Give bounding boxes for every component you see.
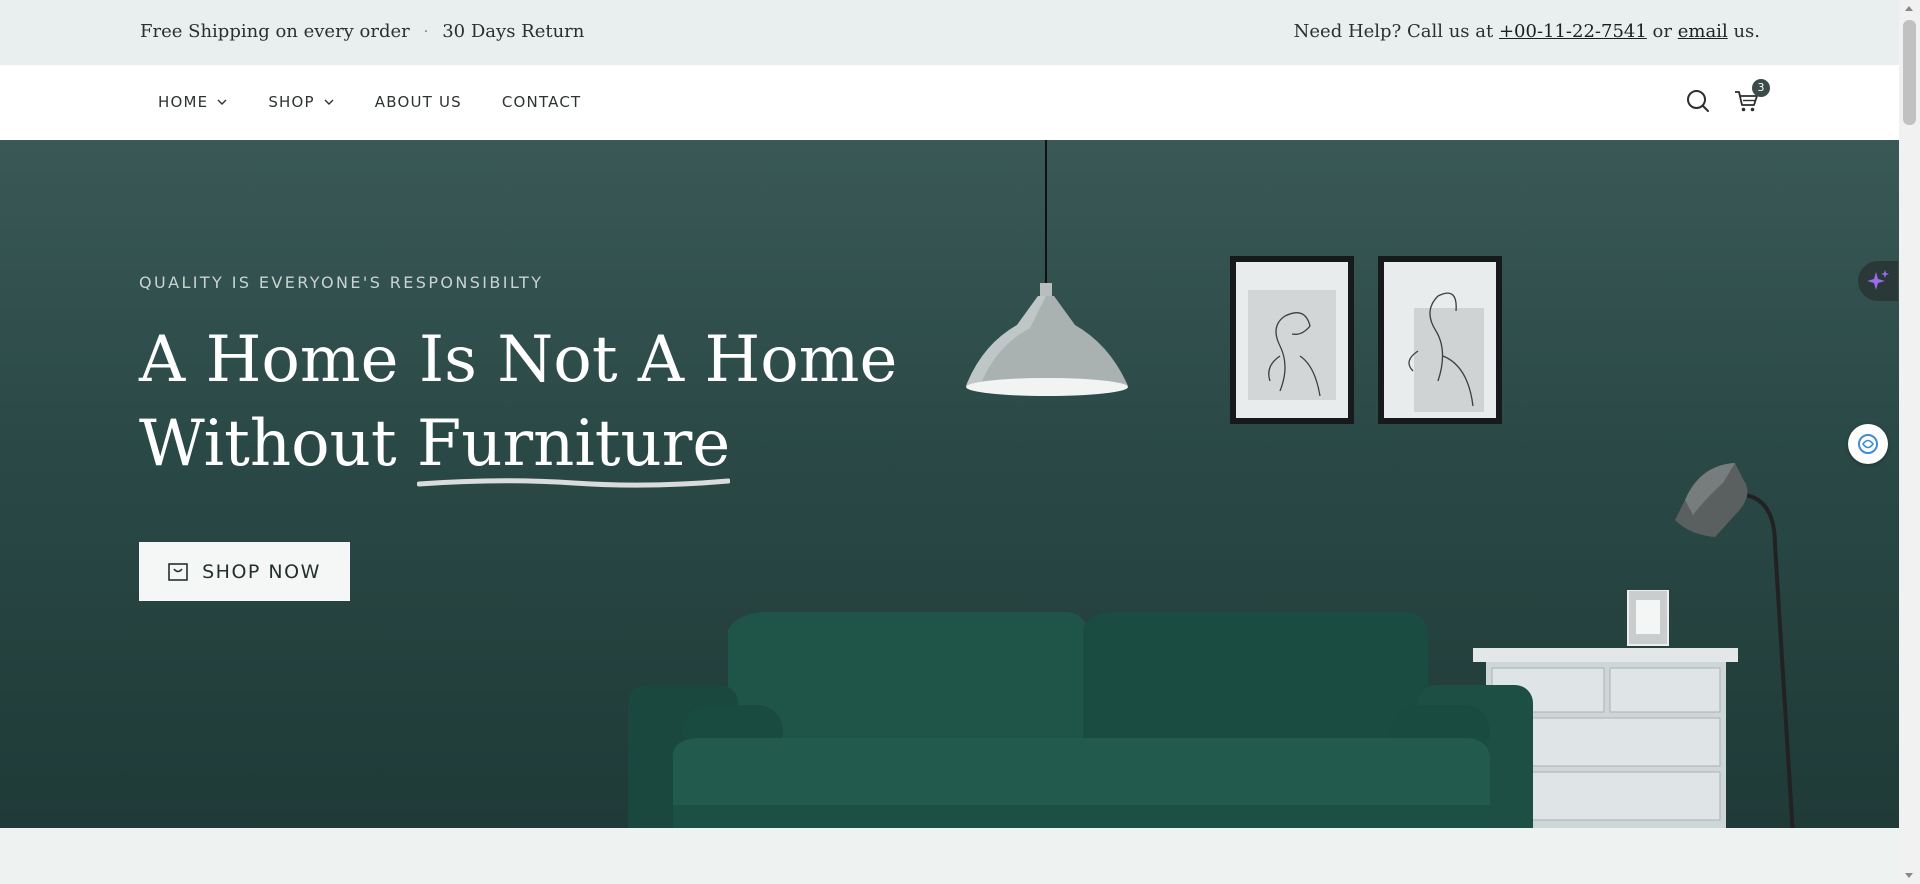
nav-item-label: ABOUT US	[374, 93, 462, 111]
nav-item-about-us[interactable]: ABOUT US	[375, 93, 462, 111]
help-contact: Need Help? Call us at +00-11-22-7541 or …	[1294, 21, 1760, 42]
nav-item-shop[interactable]: SHOP	[268, 93, 334, 111]
scroll-down-arrow-icon[interactable]	[1905, 873, 1913, 878]
headline-highlight-word: Furniture	[416, 402, 731, 488]
main-navigation: HOME SHOP ABOUT US CONTACT 3	[0, 65, 1899, 140]
scrollbar-thumb[interactable]	[1903, 20, 1916, 125]
nav-item-label: SHOP	[268, 93, 315, 111]
next-section-strip	[0, 828, 1899, 884]
free-shipping-text: Free Shipping on every order	[140, 21, 410, 42]
wall-art-right-illustration	[1378, 256, 1502, 424]
nav-menu: HOME SHOP ABOUT US CONTACT	[158, 93, 621, 111]
nav-item-label: HOME	[158, 93, 209, 111]
nav-icons: 3	[1684, 79, 1770, 115]
nav-item-contact[interactable]: CONTACT	[502, 93, 582, 111]
search-button[interactable]	[1684, 87, 1712, 115]
headline-highlight-text: Furniture	[416, 407, 731, 481]
nav-item-home[interactable]: HOME	[158, 93, 228, 111]
nav-item-label: CONTACT	[501, 93, 582, 111]
cart-button[interactable]: 3	[1732, 79, 1770, 115]
announcement-left: Free Shipping on every order · 30 Days R…	[140, 21, 584, 42]
help-suffix: us.	[1733, 21, 1760, 42]
page-scrollbar[interactable]	[1899, 0, 1920, 884]
scroll-up-arrow-icon[interactable]	[1905, 6, 1913, 11]
hero-headline: A Home Is Not A Home Without Furniture	[139, 318, 898, 488]
top-announcement-bar: Free Shipping on every order · 30 Days R…	[0, 0, 1899, 65]
brush-underline-icon	[416, 478, 731, 488]
chevron-down-icon	[217, 99, 227, 105]
sparkle-icon	[1867, 270, 1889, 290]
cart-count-badge: 3	[1752, 79, 1770, 97]
chevron-down-icon	[324, 99, 334, 105]
separator-dot: ·	[423, 23, 429, 40]
shop-now-button[interactable]: SHOP NOW	[139, 542, 350, 601]
hero-section: QUALITY IS EVERYONE'S RESPONSIBILTY A Ho…	[0, 140, 1899, 828]
headline-line-1: A Home Is Not A Home	[139, 323, 898, 397]
headline-line-2-prefix: Without	[139, 407, 397, 481]
returns-text: 30 Days Return	[442, 21, 585, 42]
search-icon	[1687, 90, 1709, 112]
ai-assistant-button[interactable]	[1858, 261, 1898, 301]
green-sofa-illustration	[628, 611, 1533, 828]
hero-tagline: QUALITY IS EVERYONE'S RESPONSIBILTY	[139, 273, 544, 292]
wall-art-left-illustration	[1230, 256, 1354, 424]
chat-widget-button[interactable]	[1848, 424, 1888, 464]
help-prefix: Need Help? Call us at	[1293, 21, 1494, 42]
or-text: or	[1652, 21, 1672, 42]
phone-link[interactable]: +00-11-22-7541	[1499, 21, 1647, 42]
shop-now-label: SHOP NOW	[202, 560, 321, 583]
chat-logo-icon	[1858, 434, 1878, 454]
pendant-lamp-illustration	[966, 140, 1128, 396]
email-link[interactable]: email	[1678, 21, 1728, 42]
shop-bag-icon	[168, 562, 188, 581]
